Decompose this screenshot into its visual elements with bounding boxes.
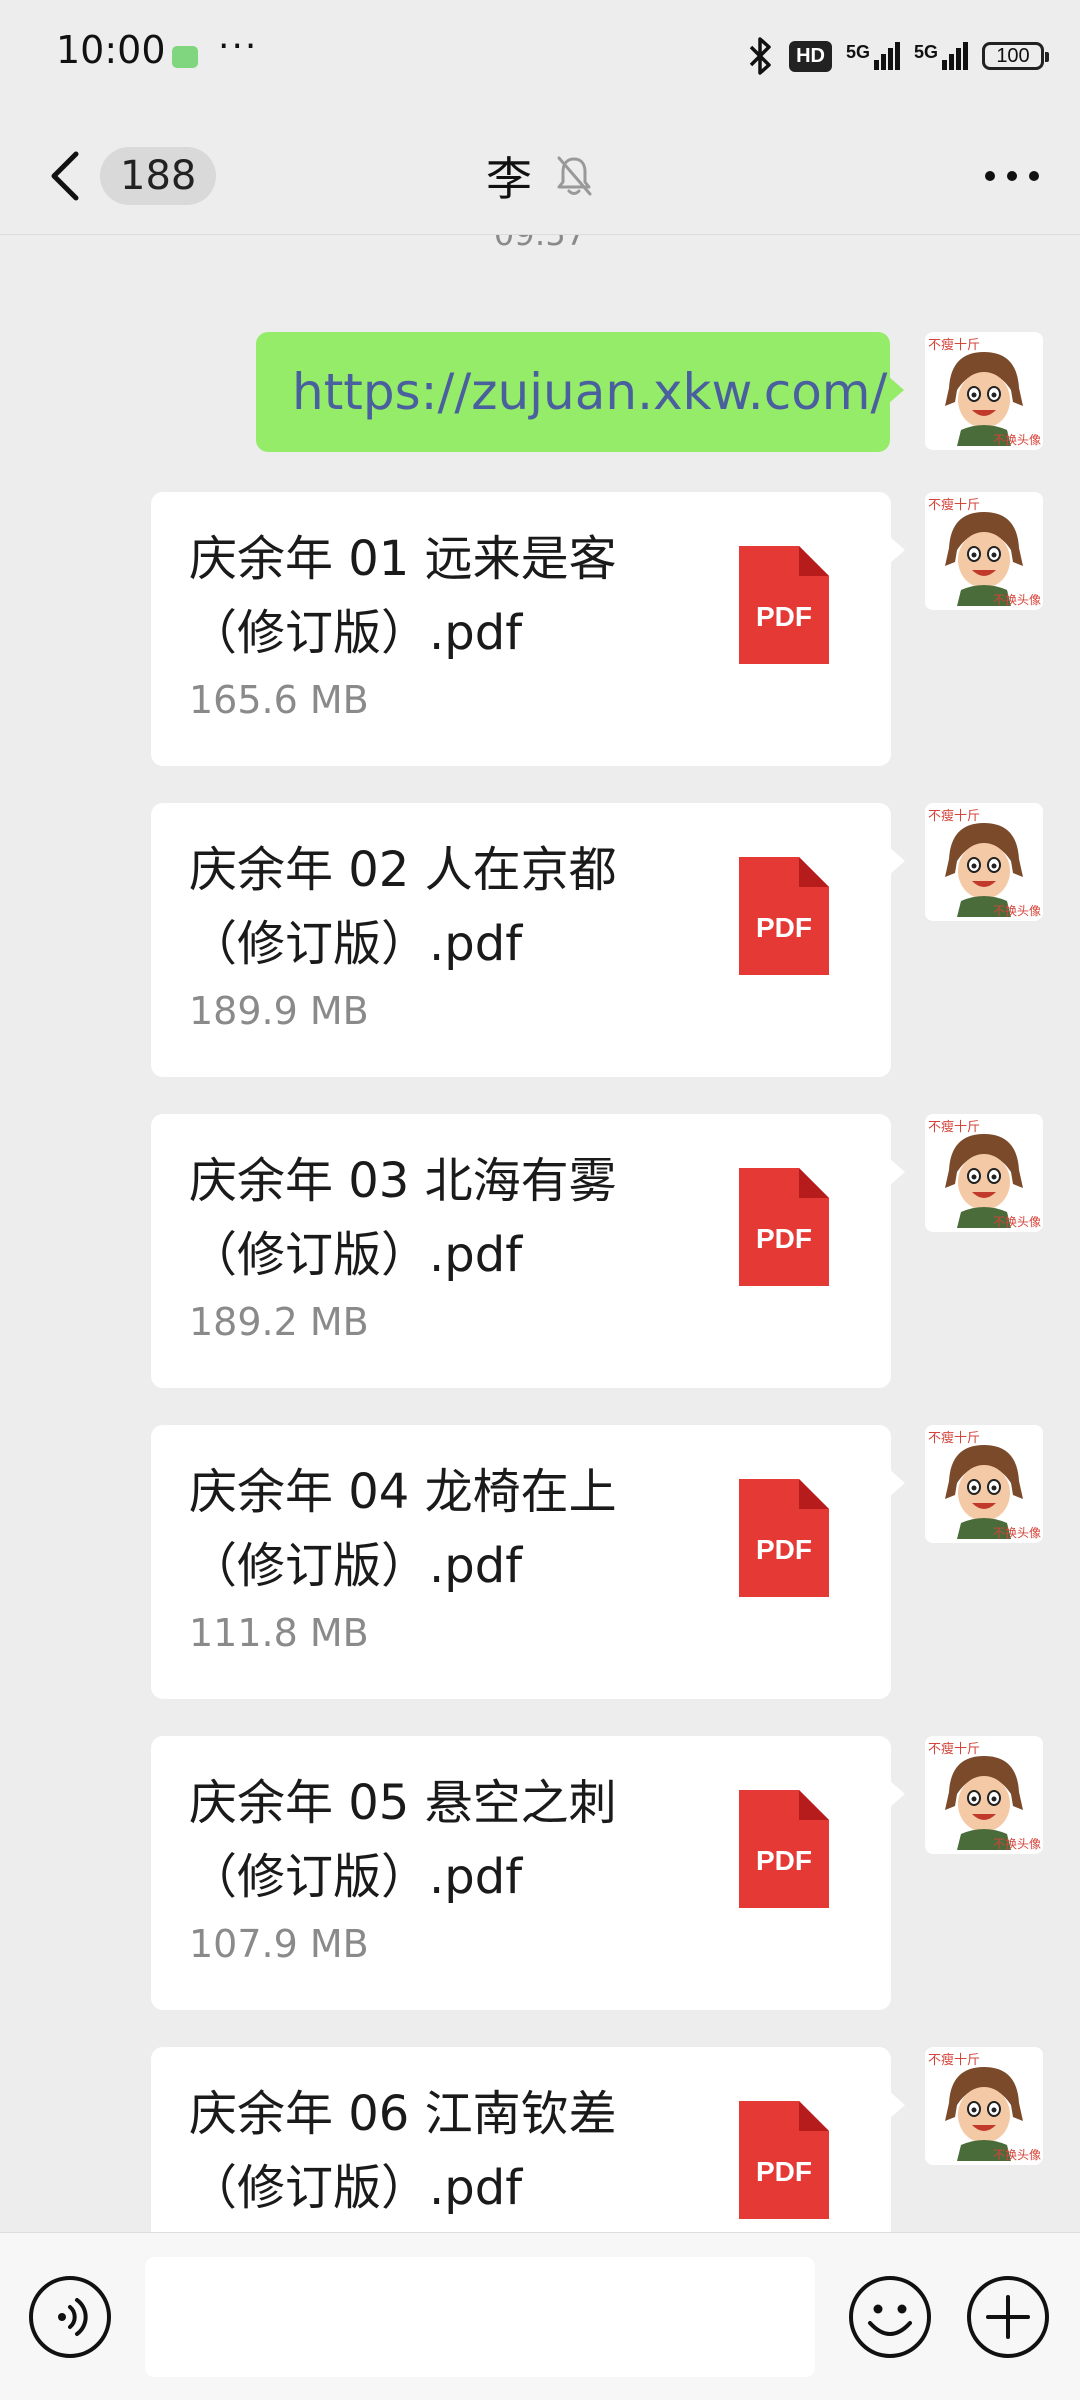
avatar[interactable]: 不瘦十斤 不换头像 xyxy=(925,803,1043,921)
file-name: 庆余年 04 龙椅在上（修订版）.pdf xyxy=(189,1464,617,1594)
hd-voice-badge: HD xyxy=(789,40,832,72)
chat-title: 李 xyxy=(486,152,532,206)
file-message-card[interactable]: 庆余年 01 远来是客（修订版）.pdf 165.6 MB PDF xyxy=(151,492,905,766)
file-size: 189.2 MB xyxy=(189,1300,369,1344)
file-name: 庆余年 06 江南钦差（修订版）.pdf xyxy=(189,2086,617,2216)
more-icon xyxy=(985,171,1039,181)
svg-text:PDF: PDF xyxy=(756,2156,812,2187)
file-message-card[interactable]: 庆余年 04 龙椅在上（修订版）.pdf 111.8 MB PDF xyxy=(151,1425,905,1699)
message-timestamp: 09:57 xyxy=(0,235,1080,253)
battery-indicator: 100 xyxy=(982,42,1049,70)
emoji-button[interactable] xyxy=(846,2273,934,2361)
pdf-icon: PDF xyxy=(739,1479,829,1597)
bluetooth-icon xyxy=(749,37,771,75)
message-link[interactable]: https://zujuan.xkw.com/ xyxy=(292,363,887,421)
avatar[interactable]: 不瘦十斤 不换头像 xyxy=(925,1736,1043,1854)
svg-text:PDF: PDF xyxy=(756,1223,812,1254)
plus-icon xyxy=(967,2276,1049,2358)
message-list[interactable]: 09:57 https://zujuan.xkw.com/ 不瘦十斤 不换头像 … xyxy=(0,235,1080,2235)
status-time: 10:00 xyxy=(56,28,166,72)
status-indicators: HD 5G 5G 100 xyxy=(745,34,1049,78)
file-size: 165.6 MB xyxy=(189,678,369,722)
file-message-card[interactable]: 庆余年 02 人在京都（修订版）.pdf 189.9 MB PDF xyxy=(151,803,905,1077)
avatar[interactable]: 不瘦十斤 不换头像 xyxy=(925,1425,1043,1543)
signal-strength-1: 5G xyxy=(846,42,900,70)
file-message-card[interactable]: 庆余年 05 悬空之刺（修订版）.pdf 107.9 MB PDF xyxy=(151,1736,905,2010)
more-options-button[interactable] xyxy=(980,154,1044,198)
chat-title-area: 李 xyxy=(0,134,1080,218)
signal-strength-2: 5G xyxy=(914,42,968,70)
link-message-bubble[interactable]: https://zujuan.xkw.com/ xyxy=(256,332,904,452)
file-name: 庆余年 02 人在京都（修订版）.pdf xyxy=(189,842,617,972)
notification-app-icon xyxy=(172,46,198,68)
avatar[interactable]: 不瘦十斤 不换头像 xyxy=(925,2047,1043,2165)
file-name: 庆余年 01 远来是客（修订版）.pdf xyxy=(189,531,617,661)
status-more-dots: ··· xyxy=(218,26,259,67)
svg-text:PDF: PDF xyxy=(756,601,812,632)
pdf-icon: PDF xyxy=(739,857,829,975)
chat-screen: 10:00 ··· HD 5G 5G 100 188 李 https://zuj… xyxy=(0,0,1080,2400)
pdf-icon: PDF xyxy=(739,2101,829,2219)
pdf-icon: PDF xyxy=(739,1790,829,1908)
status-bar: 10:00 ··· HD 5G 5G 100 xyxy=(0,0,1080,116)
svg-text:PDF: PDF xyxy=(756,912,812,943)
mute-icon xyxy=(557,156,592,196)
emoji-icon xyxy=(849,2276,931,2358)
voice-icon xyxy=(29,2276,111,2358)
file-name: 庆余年 05 悬空之刺（修订版）.pdf xyxy=(189,1775,617,1905)
svg-text:PDF: PDF xyxy=(756,1845,812,1876)
avatar[interactable]: 不瘦十斤 不换头像 xyxy=(925,1114,1043,1232)
chat-header: 188 李 xyxy=(0,116,1080,235)
file-message-card[interactable]: 庆余年 03 北海有雾（修订版）.pdf 189.2 MB PDF xyxy=(151,1114,905,1388)
file-size: 111.8 MB xyxy=(189,1611,369,1655)
file-name: 庆余年 03 北海有雾（修订版）.pdf xyxy=(189,1153,617,1283)
svg-text:PDF: PDF xyxy=(756,1534,812,1565)
file-message-card[interactable]: 庆余年 06 江南钦差（修订版）.pdf PDF xyxy=(151,2047,905,2235)
pdf-icon: PDF xyxy=(739,546,829,664)
avatar[interactable]: 不瘦十斤 不换头像 xyxy=(925,492,1043,610)
file-size: 189.9 MB xyxy=(189,989,369,1033)
more-functions-button[interactable] xyxy=(964,2273,1052,2361)
file-size: 107.9 MB xyxy=(189,1922,369,1966)
input-bar xyxy=(0,2232,1080,2400)
pdf-icon: PDF xyxy=(739,1168,829,1286)
voice-input-button[interactable] xyxy=(26,2273,114,2361)
message-input[interactable] xyxy=(145,2257,815,2377)
avatar[interactable]: 不瘦十斤 不换头像 xyxy=(925,332,1043,450)
